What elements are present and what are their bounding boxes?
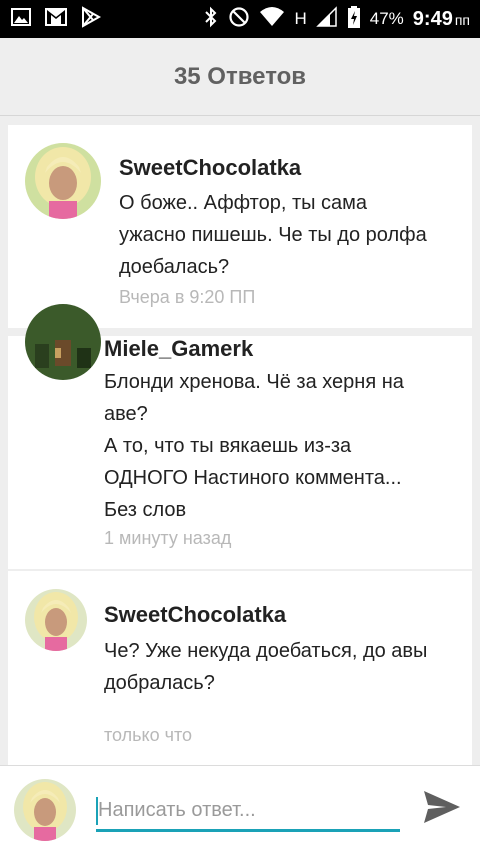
- reply-item[interactable]: Miele_Gamerk Блонди хренова. Чё за херня…: [8, 304, 472, 569]
- avatar[interactable]: [25, 589, 87, 651]
- clock: 9:49 пп: [412, 7, 470, 30]
- page-title: 35 Ответов: [173, 62, 307, 90]
- bluetooth-icon: [203, 6, 219, 33]
- wifi-icon: [259, 6, 285, 33]
- reply-timestamp: только что: [104, 725, 193, 745]
- send-button[interactable]: [420, 787, 464, 831]
- avatar[interactable]: [25, 143, 101, 219]
- replies-list[interactable]: SweetChocolatka О боже.. Аффтор, ты сама…: [0, 117, 480, 765]
- reply-text: Че? Уже некуда доебаться, до авы добрала…: [104, 640, 428, 694]
- gmail-icon: [44, 6, 68, 33]
- battery-charging-icon: [347, 5, 361, 34]
- reply-item[interactable]: SweetChocolatka О боже.. Аффтор, ты сама…: [8, 125, 472, 328]
- play-store-icon: [80, 5, 102, 33]
- reply-author[interactable]: Miele_Gamerk: [104, 336, 253, 362]
- battery-level: 47%: [369, 9, 404, 28]
- do-not-disturb-icon: [228, 6, 250, 33]
- status-bar: H 47% 9:49 пп: [0, 0, 480, 38]
- avatar[interactable]: [25, 304, 101, 380]
- app-bar: 35 Ответов: [0, 38, 480, 116]
- reply-item[interactable]: SweetChocolatka Че? Уже некуда доебаться…: [8, 571, 472, 765]
- reply-author[interactable]: SweetChocolatka: [104, 602, 286, 628]
- send-icon: [422, 789, 462, 830]
- text-cursor: [96, 797, 98, 825]
- reply-text: О боже.. Аффтор, ты сама ужасно пишешь. …: [119, 192, 427, 278]
- reply-timestamp: Вчера в 9:20 ПП: [119, 287, 256, 307]
- gallery-icon: [10, 6, 32, 33]
- reply-author[interactable]: SweetChocolatka: [119, 155, 301, 181]
- signal-icon: [315, 5, 338, 33]
- reply-composer: [0, 765, 480, 854]
- my-avatar: [14, 779, 76, 841]
- network-type: H: [294, 9, 307, 28]
- reply-timestamp: 1 минуту назад: [104, 528, 232, 548]
- reply-input[interactable]: [96, 792, 400, 832]
- reply-text: Блонди хренова. Чё за херня на аве? А то…: [104, 371, 404, 521]
